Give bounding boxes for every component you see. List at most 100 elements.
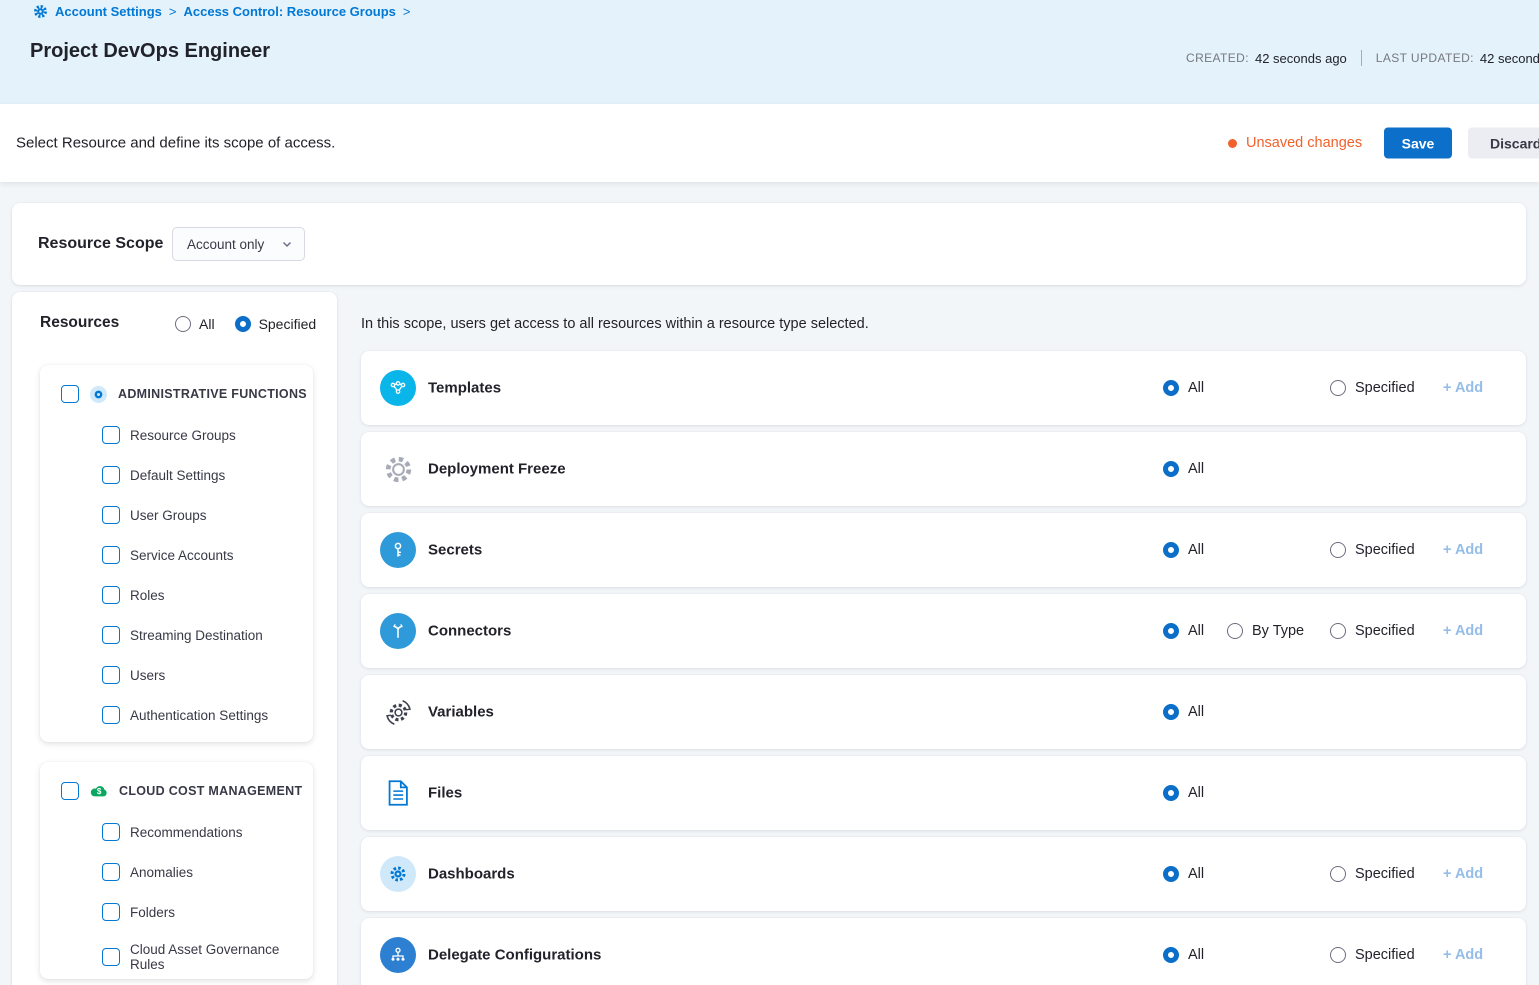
list-item: Default Settings [40,455,313,495]
resource-row-templates: Templates All Specified + Add [361,351,1526,425]
secrets-icon [380,532,416,568]
list-item: User Groups [40,495,313,535]
category-label: CLOUD COST MANAGEMENT [119,784,302,798]
add-link[interactable]: + Add [1443,947,1483,963]
connectors-icon [380,613,416,649]
item-checkbox[interactable] [102,466,120,484]
files-icon [380,775,416,811]
radio-icon [1163,866,1179,882]
chevron-down-icon [281,238,293,250]
deployment-freeze-icon [380,451,416,487]
toolbar: Select Resource and define its scope of … [0,104,1539,182]
radio-icon [1163,623,1179,639]
category-cloud-cost-management: $ CLOUD COST MANAGEMENT Recommendations … [40,762,313,979]
radio-all[interactable]: All [1163,704,1204,720]
radio-icon [1330,380,1346,396]
dashboards-icon [380,856,416,892]
list-item: Users [40,655,313,695]
resource-row-delegate-configurations: Delegate Configurations All Specified + … [361,918,1526,985]
admin-functions-icon [90,386,107,403]
resource-scope-select[interactable]: Account only [172,227,305,261]
item-checkbox[interactable] [102,948,120,966]
item-checkbox[interactable] [102,903,120,921]
radio-all[interactable]: All [1163,380,1204,396]
save-button[interactable]: Save [1384,128,1452,159]
radio-specified[interactable]: Specified [1330,623,1415,639]
radio-all[interactable]: All [1163,623,1204,639]
radio-by-type[interactable]: By Type [1227,623,1304,639]
resources-specified-radio[interactable]: Specified [235,316,317,332]
resource-label: Deployment Freeze [428,461,566,478]
cloud-cost-icon: $ [90,784,108,798]
breadcrumb-account-settings[interactable]: Account Settings [55,4,162,19]
radio-icon [1227,623,1243,639]
resource-row-variables: Variables All [361,675,1526,749]
item-checkbox[interactable] [102,426,120,444]
resource-row-connectors: Connectors All By Type Specified + Add [361,594,1526,668]
radio-all[interactable]: All [1163,866,1204,882]
radio-icon [235,316,251,332]
resource-row-dashboards: Dashboards All Specified + Add [361,837,1526,911]
list-item: Service Accounts [40,535,313,575]
breadcrumb-resource-groups[interactable]: Access Control: Resource Groups [184,4,396,19]
list-item: Streaming Destination [40,615,313,655]
resource-label: Delegate Configurations [428,947,601,964]
list-item: Folders [40,892,313,932]
radio-all[interactable]: All [1163,947,1204,963]
resource-label: Files [428,785,462,802]
svg-text:$: $ [97,787,102,796]
list-item: Authentication Settings [40,695,313,735]
item-checkbox[interactable] [102,863,120,881]
toolbar-description: Select Resource and define its scope of … [16,135,335,152]
breadcrumb-separator: > [169,4,177,19]
resource-row-secrets: Secrets All Specified + Add [361,513,1526,587]
last-updated-label: LAST UPDATED: [1376,51,1474,65]
add-link[interactable]: + Add [1443,542,1483,558]
resource-label: Connectors [428,623,511,640]
delegate-configurations-icon [380,937,416,973]
radio-specified[interactable]: Specified [1330,866,1415,882]
item-checkbox[interactable] [102,506,120,524]
radio-icon [1163,542,1179,558]
discard-button[interactable]: Discard [1468,128,1539,159]
radio-specified[interactable]: Specified [1330,947,1415,963]
category-checkbox[interactable] [61,385,79,403]
page-header: Account Settings > Access Control: Resou… [0,0,1539,104]
resource-group-meta: CREATED: 42 seconds ago LAST UPDATED: 42… [1186,50,1539,66]
add-link[interactable]: + Add [1443,380,1483,396]
radio-all[interactable]: All [1163,461,1204,477]
radio-all[interactable]: All [1163,542,1204,558]
list-item: Cloud Asset Governance Rules [40,932,313,982]
resource-row-deployment-freeze: Deployment Freeze All [361,432,1526,506]
add-link[interactable]: + Add [1443,623,1483,639]
add-link[interactable]: + Add [1443,866,1483,882]
radio-icon [1163,461,1179,477]
item-checkbox[interactable] [102,586,120,604]
resource-row-files: Files All [361,756,1526,830]
unsaved-changes-label: Unsaved changes [1246,135,1362,151]
category-checkbox[interactable] [61,782,79,800]
radio-icon [1330,623,1346,639]
settings-gear-icon [33,4,48,19]
category-label: ADMINISTRATIVE FUNCTIONS [118,387,307,401]
breadcrumb: Account Settings > Access Control: Resou… [33,4,410,19]
last-updated-value: 42 seconds ago [1480,51,1539,66]
unsaved-changes-badge: Unsaved changes [1228,135,1362,151]
item-checkbox[interactable] [102,626,120,644]
resources-title: Resources [40,314,119,332]
item-checkbox[interactable] [102,706,120,724]
created-label: CREATED: [1186,51,1249,65]
resource-scope-label: Resource Scope [38,235,163,253]
radio-specified[interactable]: Specified [1330,542,1415,558]
resources-all-radio[interactable]: All [175,316,215,332]
item-checkbox[interactable] [102,823,120,841]
item-checkbox[interactable] [102,546,120,564]
radio-icon [175,316,191,332]
item-checkbox[interactable] [102,666,120,684]
radio-all[interactable]: All [1163,785,1204,801]
list-item: Resource Groups [40,415,313,455]
unsaved-dot-icon [1228,139,1237,148]
radio-specified[interactable]: Specified [1330,380,1415,396]
variables-icon [380,694,416,730]
category-header: ADMINISTRATIVE FUNCTIONS [40,373,313,415]
